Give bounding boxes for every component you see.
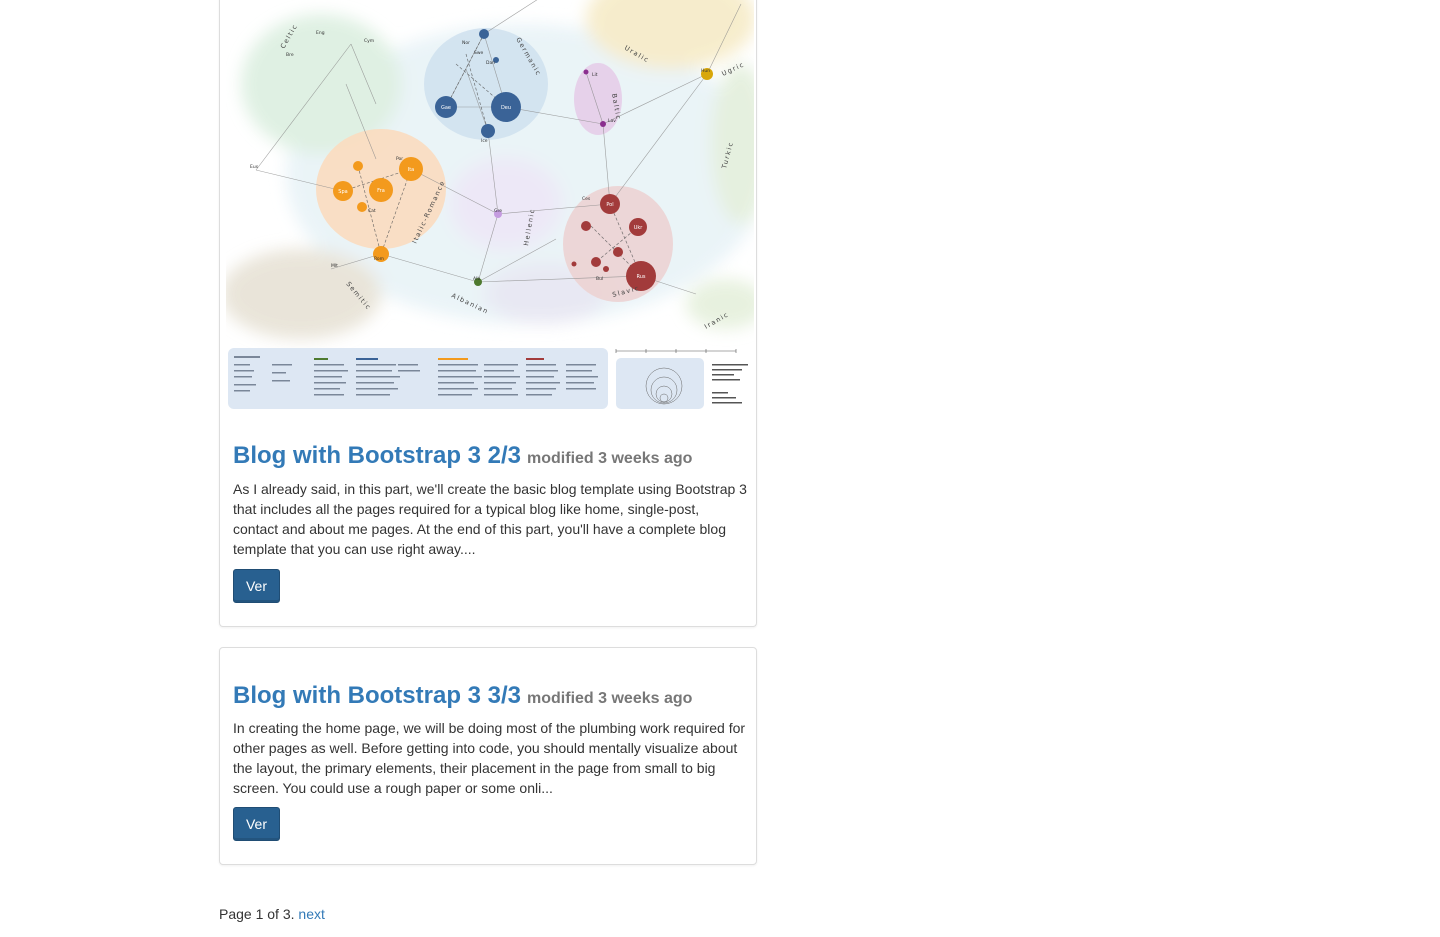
post-card: Blog with Bootstrap 3 3/3 modified 3 week… — [219, 647, 757, 865]
pagination: Page 1 of 3. next — [219, 906, 325, 922]
language-distance-map: Gae Deu Fra Spa Ita Pol Rus Ukr Bre Cym … — [226, 0, 754, 412]
svg-text:Nor: Nor — [462, 40, 470, 46]
view-post-button[interactable]: Ver — [233, 807, 280, 841]
post-modified-date: modified 3 weeks ago — [527, 690, 693, 707]
svg-text:Cat: Cat — [368, 208, 376, 214]
svg-text:Rus: Rus — [636, 274, 645, 280]
svg-text:Ukr: Ukr — [634, 225, 644, 231]
svg-text:Fra: Fra — [377, 188, 385, 194]
svg-text:Bre: Bre — [286, 52, 294, 58]
svg-text:Spa: Spa — [338, 189, 347, 195]
svg-text:Gre: Gre — [494, 208, 502, 214]
svg-text:Gae: Gae — [441, 105, 451, 111]
post-title-link[interactable]: Blog with Bootstrap 3 2/3 — [233, 442, 521, 469]
svg-text:Mlt: Mlt — [331, 263, 338, 269]
svg-text:Cym: Cym — [364, 38, 374, 44]
svg-text:Dan: Dan — [486, 60, 495, 66]
svg-text:Por: Por — [396, 156, 403, 162]
svg-text:Rom: Rom — [374, 256, 384, 262]
svg-text:Pol: Pol — [606, 202, 613, 208]
svg-text:Ces: Ces — [582, 196, 591, 202]
post-title: Blog with Bootstrap 3 3/3 modified 3 week… — [233, 684, 692, 708]
svg-text:Deu: Deu — [501, 105, 511, 111]
pagination-status: Page 1 of 3. — [219, 906, 295, 922]
post-title-link[interactable]: Blog with Bootstrap 3 3/3 — [233, 682, 521, 709]
svg-text:Swe: Swe — [474, 50, 484, 56]
post-title: Blog with Bootstrap 3 2/3 modified 3 week… — [233, 444, 692, 468]
svg-text:Eus: Eus — [250, 164, 259, 170]
svg-text:Alb: Alb — [473, 276, 480, 282]
post-thumbnail-image[interactable]: Gae Deu Fra Spa Ita Pol Rus Ukr Bre Cym … — [226, 0, 754, 412]
next-page-link[interactable]: next — [298, 906, 324, 922]
post-modified-date: modified 3 weeks ago — [527, 450, 693, 467]
view-post-button[interactable]: Ver — [233, 569, 280, 603]
svg-text:Eng: Eng — [316, 30, 325, 36]
post-excerpt: As I already said, in this part, we'll c… — [233, 481, 747, 557]
svg-text:Ita: Ita — [408, 167, 415, 173]
svg-text:Hun: Hun — [701, 68, 710, 74]
post-card: Gae Deu Fra Spa Ita Pol Rus Ukr Bre Cym … — [219, 0, 757, 627]
svg-text:Lit: Lit — [592, 72, 598, 78]
svg-text:Ice: Ice — [481, 138, 488, 144]
svg-text:Bul: Bul — [596, 276, 603, 282]
post-excerpt: In creating the home page, we will be do… — [233, 720, 746, 796]
